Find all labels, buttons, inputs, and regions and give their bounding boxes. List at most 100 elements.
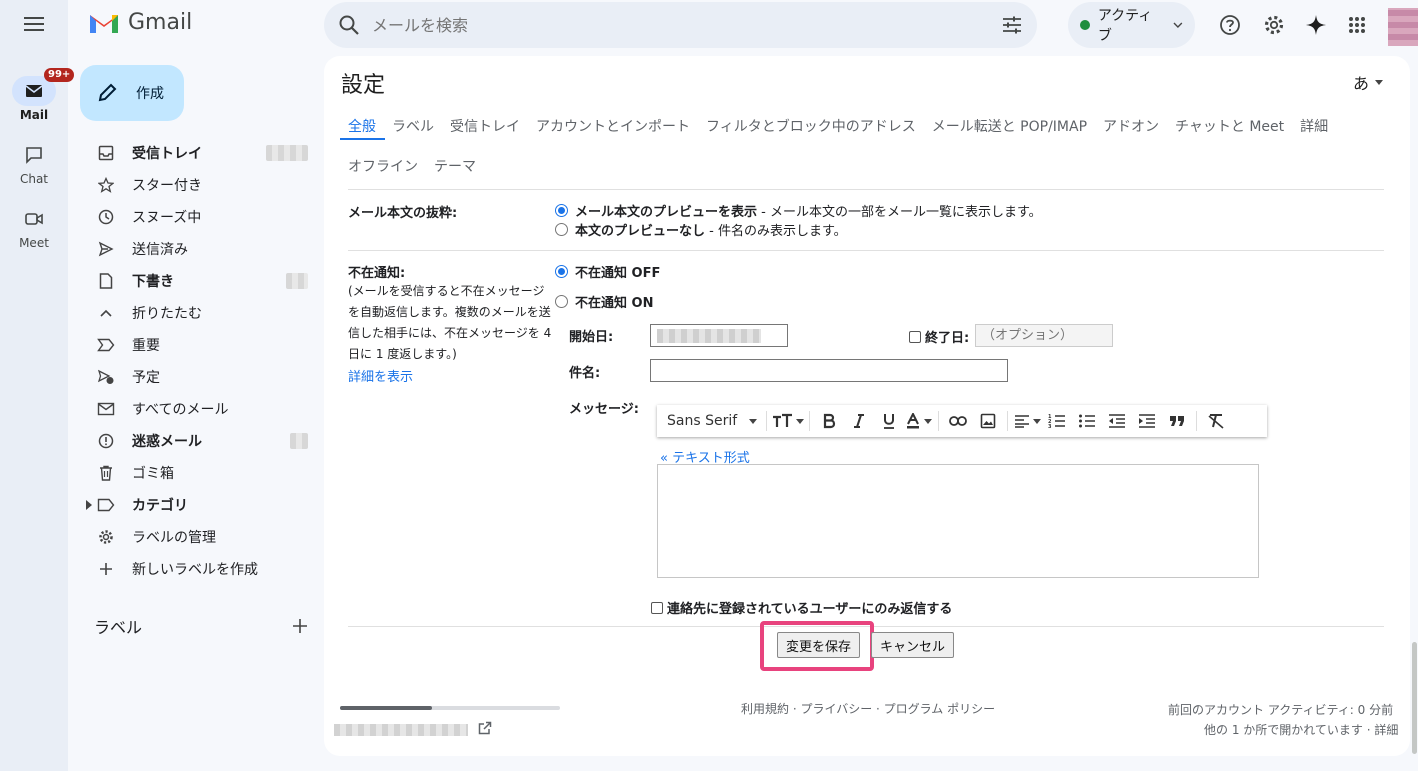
insert-link-button[interactable] <box>944 409 972 433</box>
align-button[interactable] <box>1013 409 1041 433</box>
font-family-dropdown[interactable]: Sans Serif <box>663 409 761 433</box>
indent-less-button[interactable] <box>1103 409 1131 433</box>
align-left-icon <box>1014 415 1029 428</box>
message-label: メッセージ: <box>569 402 639 417</box>
sidebar-item-snoozed[interactable]: スヌーズ中 <box>68 201 320 233</box>
italic-button[interactable] <box>845 409 873 433</box>
message-editor[interactable] <box>657 464 1259 578</box>
sidebar-item-inbox[interactable]: 受信トレイ <box>68 137 320 169</box>
cancel-button[interactable]: キャンセル <box>871 632 955 658</box>
vacation-learn-more-link[interactable]: 詳細を表示 <box>348 366 413 385</box>
storage-meter <box>340 706 560 710</box>
insert-image-button[interactable] <box>974 409 1002 433</box>
search-icon[interactable] <box>338 14 360 36</box>
tab-addons[interactable]: アドオン <box>1103 116 1159 136</box>
open-locations-link[interactable]: 他の 1 か所で開かれています · 詳細 <box>1204 721 1398 738</box>
gmail-logo[interactable]: Gmail <box>88 10 192 35</box>
sidebar-item-drafts[interactable]: 下書き <box>68 265 320 297</box>
tab-general[interactable]: 全般 <box>348 116 376 136</box>
end-date-checkbox[interactable] <box>909 330 921 343</box>
sidebar-item-all-mail[interactable]: すべてのメール <box>68 393 320 425</box>
sidebar-item-spam[interactable]: 迷惑メール <box>68 425 320 457</box>
bold-button[interactable] <box>815 409 843 433</box>
search-input[interactable] <box>372 15 1001 35</box>
sidebar-item-label: 新しいラベルを作成 <box>132 562 258 578</box>
rail-label-mail: Mail <box>19 108 49 122</box>
save-button[interactable]: 変更を保存 <box>777 632 861 658</box>
caret-down-icon <box>749 418 758 424</box>
draft-count-blurred <box>286 273 308 289</box>
settings-button[interactable] <box>1261 12 1287 38</box>
sidebar-item-sent[interactable]: 送信済み <box>68 233 320 265</box>
vacation-on-radio[interactable] <box>555 294 568 308</box>
end-date-toggle[interactable]: 終了日: <box>909 327 969 346</box>
tab-themes[interactable]: テーマ <box>434 156 476 176</box>
vacation-on-option[interactable]: 不在通知 ON <box>555 291 653 311</box>
apps-button[interactable] <box>1344 12 1370 38</box>
indent-more-icon <box>1139 414 1156 428</box>
footer-links[interactable]: 利用規約 · プライバシー · プログラム ポリシー <box>741 700 995 717</box>
snippets-show-option[interactable]: メール本文のプレビューを表示 - メール本文の一部をメール一覧に表示します。 <box>555 200 1042 220</box>
status-dot <box>1080 20 1090 30</box>
sidebar-item-important[interactable]: 重要 <box>68 329 320 361</box>
inbox-icon <box>98 145 114 161</box>
numbered-list-button[interactable]: 123 <box>1043 409 1071 433</box>
help-button[interactable] <box>1217 12 1243 38</box>
sidebar-item-less[interactable]: 折りたたむ <box>68 297 320 329</box>
font-size-button[interactable] <box>772 409 805 433</box>
active-tab-indicator <box>340 138 385 140</box>
end-date-input[interactable] <box>975 324 1113 347</box>
sidebar-item-scheduled[interactable]: 予定 <box>68 361 320 393</box>
underline-button[interactable] <box>875 409 903 433</box>
tab-chat-meet[interactable]: チャットと Meet <box>1175 116 1284 136</box>
snippets-none-radio[interactable] <box>555 222 568 236</box>
tab-filters[interactable]: フィルタとブロック中のアドレス <box>706 116 916 136</box>
text-color-button[interactable] <box>905 409 933 433</box>
quote-button[interactable] <box>1163 409 1191 433</box>
tab-forwarding[interactable]: メール転送と POP/IMAP <box>932 116 1087 136</box>
account-avatar[interactable] <box>1388 8 1418 46</box>
gemini-button[interactable] <box>1303 12 1329 38</box>
rail-item-meet[interactable]: Meet <box>0 204 68 250</box>
tab-inbox[interactable]: 受信トレイ <box>450 116 520 136</box>
sidebar-item-manage-labels[interactable]: ラベルの管理 <box>68 521 320 553</box>
status-selector[interactable]: アクティブ <box>1068 2 1195 48</box>
contacts-only-option[interactable]: 連絡先に登録されているユーザーにのみ返信する <box>651 598 952 617</box>
contacts-only-checkbox[interactable] <box>651 601 663 614</box>
sidebar-item-label: 重要 <box>132 338 160 354</box>
sidebar-item-create-label[interactable]: 新しいラベルを作成 <box>68 553 320 585</box>
rail-item-chat[interactable]: Chat <box>0 140 68 186</box>
rail-label-meet: Meet <box>19 236 49 250</box>
subject-input[interactable] <box>650 359 1008 382</box>
search-options-icon[interactable] <box>1001 15 1023 35</box>
compose-button[interactable]: 作成 <box>80 65 184 121</box>
sidebar-item-categories[interactable]: カテゴリ <box>68 489 320 521</box>
input-tools-button[interactable]: あ <box>1353 70 1384 94</box>
search-bar[interactable] <box>324 2 1037 48</box>
add-label-button[interactable] <box>292 618 308 634</box>
rail-item-mail[interactable]: 99+ Mail <box>0 68 75 122</box>
main-scrollbar[interactable] <box>1412 642 1417 754</box>
indent-more-button[interactable] <box>1133 409 1161 433</box>
tab-accounts[interactable]: アカウントとインポート <box>536 116 690 136</box>
vacation-off-option[interactable]: 不在通知 OFF <box>555 261 660 281</box>
main-menu-button[interactable] <box>22 14 46 34</box>
sidebar-item-trash[interactable]: ゴミ箱 <box>68 457 320 489</box>
remove-formatting-button[interactable] <box>1202 409 1230 433</box>
vacation-off-radio[interactable] <box>555 264 568 278</box>
tab-advanced[interactable]: 詳細 <box>1300 116 1328 136</box>
tab-labels[interactable]: ラベル <box>392 116 434 136</box>
toolbar-separator <box>1007 411 1009 431</box>
snippets-none-option[interactable]: 本文のプレビューなし - 件名のみ表示します。 <box>555 219 847 239</box>
formatting-toolbar: Sans Serif 123 <box>657 405 1267 437</box>
open-storage-button[interactable] <box>478 721 492 735</box>
end-date-label: 終了日: <box>925 331 970 346</box>
caret-down-icon <box>924 418 933 424</box>
expand-caret-icon[interactable] <box>86 500 92 510</box>
tab-offline[interactable]: オフライン <box>348 156 418 176</box>
sidebar-item-starred[interactable]: スター付き <box>68 169 320 201</box>
start-date-input[interactable] <box>650 324 788 347</box>
draft-icon <box>99 273 113 289</box>
bulleted-list-button[interactable] <box>1073 409 1101 433</box>
snippets-show-radio[interactable] <box>555 203 568 217</box>
